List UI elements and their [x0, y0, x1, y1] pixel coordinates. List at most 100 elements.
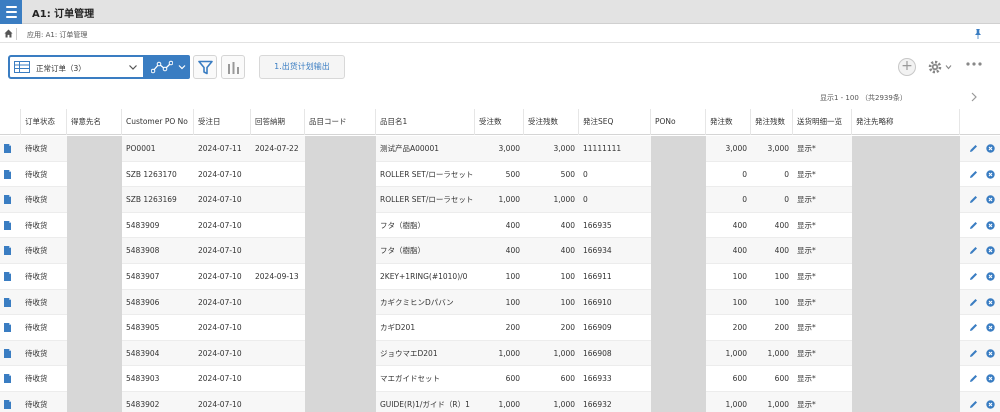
table-row[interactable]: 待收货 SZB 1263169 2024-07-10 ROLLER SET/ローラセッ… [0, 187, 1000, 214]
filter-button[interactable] [193, 55, 217, 79]
table-row[interactable]: 待收货 5483904 2024-07-10 ジョウマエD201 1,000 1,000 1… [0, 340, 1000, 367]
document-icon[interactable] [4, 297, 11, 307]
remove-icon[interactable] [986, 297, 995, 307]
remove-icon[interactable] [986, 349, 995, 358]
cell-qty: 400 [505, 220, 520, 230]
remove-icon[interactable] [986, 221, 995, 230]
chart-view-button[interactable] [143, 55, 190, 79]
table-row[interactable]: 待收货 5483902 2024-07-10 GUIDE(R)1/ガイド（R）1 1,0… [0, 392, 1000, 412]
menu-line-icon [5, 6, 17, 8]
column-header[interactable]: 送货明细一览 [793, 109, 852, 135]
column-header[interactable]: 受注残数 [524, 109, 579, 135]
masked-cell [651, 187, 706, 214]
document-icon[interactable] [4, 169, 11, 179]
chevron-right-icon[interactable] [970, 92, 978, 102]
add-button[interactable]: + [898, 58, 916, 76]
column-header[interactable]: 得意先名 [67, 109, 122, 135]
column-header[interactable]: 受注数 [475, 109, 524, 135]
column-header[interactable]: 受注日 [194, 109, 251, 135]
table-row[interactable]: 待收货 5483909 2024-07-10 フタ（樹脂） 400 400 166935 40… [0, 212, 1000, 239]
cell-detail[interactable]: 显示* [793, 238, 852, 263]
column-header[interactable]: 品目コード [305, 109, 376, 135]
cell-remain: 400 [560, 220, 575, 230]
table-row[interactable]: 待收货 5483905 2024-07-10 カギD201 200 200 166909 20… [0, 315, 1000, 342]
table-row[interactable]: 待收货 5483903 2024-07-10 マエガイドセット 600 600 166933… [0, 366, 1000, 393]
document-icon[interactable] [4, 220, 11, 230]
document-icon[interactable] [4, 400, 11, 409]
remove-icon[interactable] [986, 272, 995, 281]
column-header[interactable]: 回答納期 [251, 109, 305, 135]
column-header[interactable]: 発注先略称 [852, 109, 960, 135]
document-icon[interactable] [4, 144, 11, 153]
edit-icon[interactable] [969, 195, 978, 204]
remove-icon[interactable] [986, 400, 995, 409]
cell-detail[interactable]: 显示* [793, 315, 852, 340]
table-row[interactable]: 待收货 SZB 1263170 2024-07-10 ROLLER SET/ローラセッ… [0, 161, 1000, 188]
cell-order-date: 2024-07-10 [198, 272, 242, 281]
column-header[interactable]: 発注SEQ [579, 109, 651, 135]
cell-reply-date [251, 290, 305, 315]
document-icon[interactable] [4, 246, 11, 256]
table-row[interactable]: 待收货 5483908 2024-07-10 フタ（樹脂） 400 400 166934 40… [0, 238, 1000, 265]
edit-icon[interactable] [969, 246, 978, 255]
cell-detail[interactable]: 显示* [793, 162, 852, 187]
cell-detail[interactable]: 显示* [793, 392, 852, 412]
cell-detail[interactable]: 显示* [793, 213, 852, 238]
cell-seq: 166908 [583, 348, 612, 358]
edit-icon[interactable] [969, 170, 978, 179]
remove-icon[interactable] [986, 374, 995, 384]
breadcrumb[interactable]: 应用: A1: 订单管理 [27, 30, 87, 40]
remove-icon[interactable] [986, 169, 995, 179]
cell-po: 5483908 [126, 246, 160, 256]
masked-cell [305, 366, 376, 393]
remove-icon[interactable] [986, 144, 995, 153]
edit-icon[interactable] [969, 298, 978, 307]
cell-detail[interactable]: 显示* [793, 366, 852, 391]
cell-detail[interactable]: 显示* [793, 264, 852, 289]
column-header[interactable]: 订单状态 [21, 109, 67, 135]
document-icon[interactable] [4, 195, 11, 205]
document-icon[interactable] [4, 272, 11, 281]
settings-menu-button[interactable] [927, 59, 953, 75]
table-row[interactable]: 待收货 5483907 2024-07-10 2024-09-13 2KEY+1RING… [0, 264, 1000, 290]
cell-detail[interactable]: 显示* [793, 290, 852, 315]
edit-icon[interactable] [969, 221, 978, 230]
table-row[interactable]: 待收货 PO0001 2024-07-11 2024-07-22 测试产品A00001 3… [0, 136, 1000, 162]
cell-order-remain: 400 [774, 220, 789, 230]
masked-cell [305, 264, 376, 290]
edit-icon[interactable] [969, 400, 978, 409]
edit-icon[interactable] [969, 323, 978, 332]
cell-po: 5483902 [126, 400, 160, 409]
export-shipment-plan-button[interactable]: 1.出货计划输出 [259, 55, 345, 79]
bar-chart-button[interactable] [221, 55, 245, 79]
column-header[interactable]: 発注数 [706, 109, 751, 135]
remove-icon[interactable] [986, 323, 995, 332]
home-icon[interactable] [4, 29, 13, 38]
more-options-button[interactable] [965, 61, 983, 71]
pin-icon[interactable] [973, 28, 983, 40]
column-header[interactable]: 品目名1 [376, 109, 475, 135]
table-row[interactable]: 待收货 5483906 2024-07-10 カギクミヒンDパバン 100 100 1669… [0, 289, 1000, 316]
column-header[interactable]: Customer PO No [122, 109, 194, 135]
cell-detail[interactable]: 显示* [793, 136, 852, 161]
document-icon[interactable] [4, 348, 11, 358]
remove-icon[interactable] [986, 195, 995, 204]
cell-order-qty: 1,000 [725, 348, 747, 358]
edit-icon[interactable] [969, 349, 978, 358]
masked-cell [852, 289, 960, 316]
chevron-down-icon[interactable] [128, 62, 138, 72]
remove-icon[interactable] [986, 246, 995, 256]
view-selector[interactable]: 正常订单（3） [8, 55, 190, 79]
edit-icon[interactable] [969, 272, 978, 281]
edit-icon[interactable] [969, 374, 978, 383]
masked-cell [651, 289, 706, 316]
edit-icon[interactable] [969, 144, 978, 153]
cell-detail[interactable]: 显示* [793, 341, 852, 366]
column-header[interactable]: 発注残数 [751, 109, 793, 135]
document-icon[interactable] [4, 374, 11, 384]
document-icon[interactable] [4, 323, 11, 333]
cell-detail[interactable]: 显示* [793, 187, 852, 212]
column-header[interactable]: PONo [651, 109, 706, 135]
cell-item-name: 2KEY+1RING(#1010)/0 [380, 272, 468, 281]
app-menu-button[interactable] [0, 0, 22, 24]
